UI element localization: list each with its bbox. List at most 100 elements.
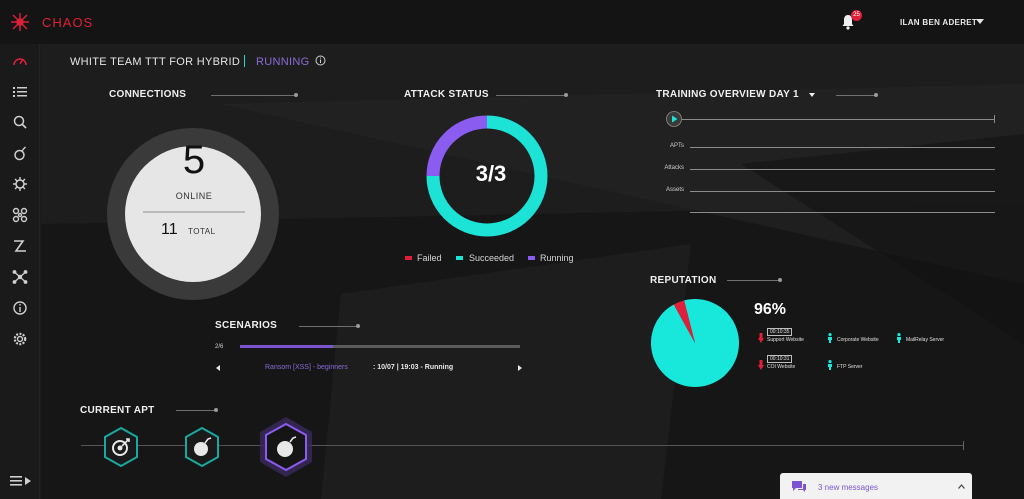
scenario-count: 2/6: [215, 344, 224, 350]
asset-name: Corporate Website: [837, 337, 879, 343]
online-count: 5: [182, 138, 206, 182]
section-divider: [211, 95, 296, 96]
dashboard-main: WHITE TEAM TTT FOR HYBRID RUNNING CONNEC…: [41, 44, 1024, 499]
section-divider-dot: [294, 93, 298, 97]
scenario-progress-fill: [240, 345, 334, 348]
bomb-icon: [14, 146, 26, 161]
sidebar-item-network[interactable]: [12, 269, 28, 285]
online-label: ONLINE: [175, 191, 213, 201]
person-icon: [897, 333, 901, 343]
asset-downtime: 00:10:31: [767, 355, 793, 363]
timeline-end-tick: [994, 115, 995, 123]
user-menu[interactable]: ILAN BEN ADERET: [900, 18, 977, 27]
asset-name: MailRelay Server: [906, 337, 945, 343]
dashboard-gauge-icon: [13, 58, 27, 66]
row-label-apts: APTs: [669, 143, 684, 149]
chaos-logo-icon[interactable]: [10, 12, 30, 32]
row-label-assets: Assets: [665, 187, 684, 193]
section-divider-dot: [214, 408, 218, 412]
virus-icon: [13, 177, 27, 191]
sidebar-item-virus[interactable]: [12, 176, 28, 192]
connections-title: CONNECTIONS: [109, 89, 187, 100]
attack-status-title: ATTACK STATUS: [404, 89, 489, 100]
search-icon: [13, 115, 27, 129]
sidebar-item-zigzag[interactable]: [12, 238, 28, 254]
sidebar-item-settings[interactable]: [12, 331, 28, 347]
asset-downtime: 00:10:35: [767, 328, 793, 336]
top-bar: CHAOS 25 ILAN BEN ADERET: [0, 0, 1024, 44]
total-count: 11: [161, 221, 178, 238]
sidebar-item-info[interactable]: [12, 300, 28, 316]
sidebar-item-dashboard[interactable]: [12, 54, 28, 70]
section-divider: [299, 326, 357, 327]
apt-timeline-end: [963, 441, 964, 450]
current-apt-title: CURRENT APT: [80, 405, 155, 416]
chevron-up-icon[interactable]: [958, 484, 965, 489]
play-button-icon[interactable]: [666, 111, 682, 127]
section-divider: [496, 95, 566, 96]
legend-succeeded: Succeeded: [469, 253, 515, 263]
sidebar-item-biohazard[interactable]: [12, 207, 28, 223]
legend-failed: Failed: [417, 253, 442, 263]
legend-swatch-failed: [405, 256, 412, 260]
info-icon: [13, 301, 27, 315]
scenarios-title: SCENARIOS: [215, 320, 278, 331]
asset-name: COI Website: [767, 364, 796, 370]
app-title[interactable]: CHAOS: [42, 15, 93, 30]
title-separator: [244, 55, 245, 67]
section-divider: [836, 95, 876, 96]
section-divider: [727, 280, 779, 281]
section-divider-dot: [564, 93, 568, 97]
section-divider-dot: [874, 93, 878, 97]
info-icon[interactable]: [315, 55, 326, 66]
apt-item-bomb[interactable]: [183, 426, 221, 468]
section-divider-dot: [356, 324, 360, 328]
next-scenario-icon[interactable]: [518, 365, 522, 371]
reputation-pie: [651, 299, 739, 387]
prev-scenario-icon[interactable]: [216, 365, 220, 371]
scenario-name[interactable]: Ransom [XSS] - beginners: [265, 364, 348, 371]
run-status: RUNNING: [256, 56, 310, 68]
asset-down-arrow-icon: [758, 333, 764, 343]
asset-down-arrow-icon: [758, 360, 764, 370]
chevron-down-icon[interactable]: [976, 19, 984, 24]
reputation-title: REPUTATION: [650, 275, 717, 286]
messages-panel[interactable]: 3 new messages: [780, 473, 972, 499]
network-icon: [12, 270, 28, 284]
sidebar-item-list[interactable]: [12, 84, 28, 100]
row-line-assets: [690, 191, 995, 192]
sidebar: [0, 44, 40, 499]
chat-icon: [792, 481, 806, 492]
row-line-bottom: [690, 212, 995, 213]
collapse-menu-icon[interactable]: [10, 474, 32, 488]
section-divider-dot: [778, 278, 782, 282]
asset-name: Support Website: [767, 337, 804, 343]
row-label-attacks: Attacks: [664, 165, 684, 171]
sidebar-item-search[interactable]: [12, 114, 28, 130]
sidebar-item-bomb[interactable]: [12, 145, 28, 161]
apt-item-bomb-active[interactable]: [257, 415, 315, 479]
scenario-details: : 10/07 | 19:03 - Running: [373, 364, 454, 371]
training-overview-title[interactable]: TRAINING OVERVIEW DAY 1: [656, 89, 799, 100]
legend-swatch-succeeded: [456, 256, 463, 260]
section-divider: [176, 410, 216, 411]
settings-gear-icon: [13, 332, 27, 346]
zigzag-icon: [14, 240, 26, 252]
new-messages-label[interactable]: 3 new messages: [818, 483, 878, 492]
page-title: WHITE TEAM TTT FOR HYBRID: [70, 56, 241, 68]
attack-count-label: 3/3: [475, 161, 507, 186]
person-icon: [828, 360, 832, 370]
total-label: TOTAL: [188, 227, 216, 236]
asset-name: FTP Server: [837, 364, 863, 370]
timeline-track: [682, 119, 995, 120]
chevron-down-icon[interactable]: [809, 93, 815, 97]
list-icon: [13, 87, 27, 97]
person-icon: [828, 333, 832, 343]
legend-swatch-running: [528, 256, 535, 260]
reputation-percent: 96%: [754, 301, 787, 318]
biohazard-icon: [12, 207, 28, 223]
row-line-attacks: [690, 169, 995, 170]
row-line-apts: [690, 147, 995, 148]
apt-item-target[interactable]: [102, 426, 140, 468]
legend-running: Running: [540, 253, 574, 263]
